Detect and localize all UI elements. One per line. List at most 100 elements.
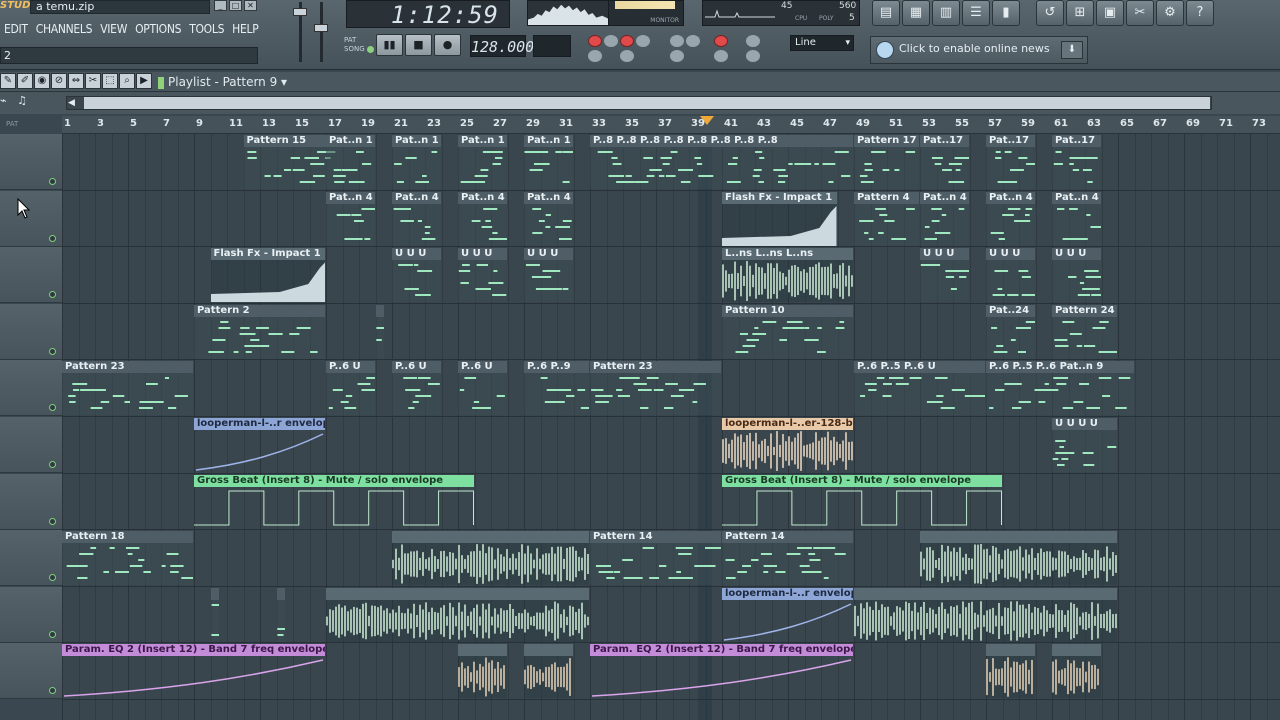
snap-dropdown[interactable]: Line [790, 35, 854, 51]
track-header[interactable] [0, 417, 62, 473]
playlist-clip[interactable]: Gross Beat (Insert 8) - Mute / solo enve… [722, 474, 1002, 529]
metronome-icon[interactable] [620, 35, 634, 47]
playlist-clip[interactable]: Gross Beat (Insert 8) - Mute / solo enve… [194, 474, 474, 529]
menu-view[interactable]: VIEW [96, 22, 131, 36]
playlist-clip[interactable] [986, 644, 1035, 699]
track-header[interactable] [0, 190, 62, 247]
close-button[interactable]: ✕ [244, 0, 257, 11]
piano-keys-icon[interactable] [620, 50, 634, 62]
playlist-clip[interactable]: U U U [458, 248, 507, 303]
track-header[interactable] [0, 360, 62, 417]
mixer-icon[interactable]: ▮ [992, 0, 1020, 26]
playlist-clip[interactable] [1052, 644, 1101, 699]
zoom-tool-icon[interactable]: ⌕ [119, 73, 135, 89]
playlist-clip[interactable]: Pat..n 4 [326, 191, 375, 246]
playlist-clip[interactable]: P..6 P..5 P..6 Pat..n 9 [986, 361, 1134, 416]
cut-icon[interactable]: ✂ [1126, 0, 1154, 26]
menu-options[interactable]: OPTIONS [131, 22, 185, 36]
undo-icon[interactable]: ↺ [1036, 0, 1064, 26]
playlist-clip[interactable]: Pat..n 1 [392, 135, 441, 189]
slip-tool-icon[interactable]: ⇔ [68, 73, 84, 89]
playlist-clip[interactable]: Pattern 2 [194, 304, 325, 359]
track-enable-led[interactable] [49, 347, 56, 355]
playlist-clip[interactable]: Pattern 17 [854, 135, 919, 189]
playlist-clip[interactable]: Pattern 23 [62, 361, 193, 416]
menu-edit[interactable]: EDIT [0, 22, 32, 36]
pattern-selector[interactable] [533, 35, 571, 57]
playlist-clip[interactable]: P..8 P..8 P..8 P..8 P..8 P..8 P..8 P..8 [590, 135, 853, 189]
loop-record-icon[interactable] [686, 35, 700, 47]
playlist-clip[interactable]: U U U [1052, 248, 1101, 303]
playlist-clip[interactable]: Pat..n 4 [392, 191, 441, 246]
playlist-clip[interactable]: U U U U [1052, 418, 1117, 472]
playlist-clip[interactable]: L..ns L..ns L..ns [722, 248, 853, 303]
playlist-clip[interactable]: Pat..17 [1052, 135, 1101, 189]
draw-tool-icon[interactable]: ✎ [0, 73, 16, 89]
playlist-clip[interactable]: Pattern 10 [722, 304, 853, 359]
playlist-clip[interactable] [375, 304, 385, 359]
pat-song-switch[interactable]: PAT SONG [344, 36, 374, 54]
playlist-clip[interactable]: P..6 P..9 [524, 361, 589, 416]
playlist-clip[interactable]: Param. EQ 2 (Insert 12) - Band 7 freq en… [590, 644, 853, 698]
maximize-button[interactable]: □ [229, 0, 242, 11]
track-header[interactable] [0, 303, 62, 360]
menu-help[interactable]: HELP [228, 22, 262, 36]
save-icon[interactable]: ▣ [1096, 0, 1124, 26]
play-pause-button[interactable]: ▮▮ [376, 34, 403, 56]
playlist-title[interactable]: Playlist - Pattern 9 ▾ [158, 72, 287, 92]
scroll-icon[interactable] [670, 50, 684, 62]
playlist-clip[interactable]: Pattern 14 [590, 531, 721, 586]
playlist-clip[interactable]: U U U [920, 248, 969, 303]
playlist-clip[interactable] [854, 587, 1117, 642]
playlist-clip[interactable]: Pattern 23 [590, 361, 721, 416]
help-icon[interactable]: ? [1186, 0, 1214, 26]
playlist-clip[interactable]: Pat..n 1 [458, 135, 507, 189]
playlist-clip[interactable] [920, 531, 1117, 586]
menu-tools[interactable]: TOOLS [185, 22, 228, 36]
playlist-clip[interactable]: P..6 U [458, 361, 507, 416]
track-enable-led[interactable] [49, 234, 56, 242]
record-mode-icon[interactable] [588, 35, 602, 47]
settings-icon[interactable]: ⚙ [1156, 0, 1184, 26]
slice-tool-icon[interactable]: ✂ [85, 73, 101, 89]
playlist-clip[interactable] [276, 587, 286, 642]
menu-channels[interactable]: CHANNELS [32, 22, 96, 36]
step-edit-icon[interactable] [714, 35, 728, 47]
track-header[interactable] [0, 247, 62, 304]
playlist-clip[interactable]: looperman-l-..er-128-bpm [722, 418, 853, 472]
playlist-clip[interactable]: Pat..n 4 [986, 191, 1035, 246]
playlist-clip[interactable]: Pat..n 4 [524, 191, 573, 246]
scrollbar-thumb[interactable] [84, 97, 1210, 109]
track-header[interactable] [0, 530, 62, 587]
playlist-clip[interactable]: looperman-l-..r envelope [194, 418, 325, 472]
playlist-clip[interactable]: Pattern 24 [1052, 304, 1117, 359]
wait-input-icon[interactable] [588, 50, 602, 62]
playlist-clip[interactable]: Pat..n 1 [524, 135, 573, 189]
playlist-grid[interactable]: Pattern 15 Pat..n 1 Pat..n 1 Pat..n 1 Pat..n… [62, 134, 1280, 720]
track-header[interactable] [0, 134, 62, 190]
track-enable-led[interactable] [49, 574, 56, 582]
master-volume-slider[interactable] [292, 2, 308, 62]
playlist-clip[interactable]: P..6 U [326, 361, 375, 416]
track-header[interactable] [0, 643, 62, 700]
multilink-icon[interactable] [746, 35, 760, 47]
playlist-clip[interactable]: Pattern 14 [722, 531, 853, 586]
track-enable-led[interactable] [49, 404, 56, 412]
track-enable-led[interactable] [49, 461, 56, 468]
countdown-icon[interactable] [636, 35, 650, 47]
timeline-ruler[interactable]: 1 3 5 7 9 11 13 15 17 19 21 23 25 27 29 31 33 35 37 39 41 43 4… [62, 116, 1280, 134]
playlist-clip[interactable] [392, 531, 589, 586]
playlist-clip[interactable] [524, 644, 573, 699]
play-tool-icon[interactable]: ▶ [136, 73, 152, 89]
playlist-clip[interactable]: Flash Fx - Impact 1 [722, 191, 837, 246]
playlist-clip[interactable]: U U U [986, 248, 1035, 303]
track-enable-led[interactable] [49, 687, 56, 695]
playlist-clip[interactable]: Param. EQ 2 (Insert 12) - Band 7 freq en… [62, 644, 325, 698]
new-pattern-icon[interactable]: ⊞ [1066, 0, 1094, 26]
delete-tool-icon[interactable]: ◉ [34, 73, 50, 89]
stop-button[interactable]: ■ [405, 34, 432, 56]
mute-tool-icon[interactable]: ⊘ [51, 73, 67, 89]
playlist-clip[interactable] [210, 587, 220, 642]
playlist-clip[interactable] [326, 587, 589, 642]
playlist-clip[interactable]: Flash Fx - Impact 1 [210, 248, 325, 303]
